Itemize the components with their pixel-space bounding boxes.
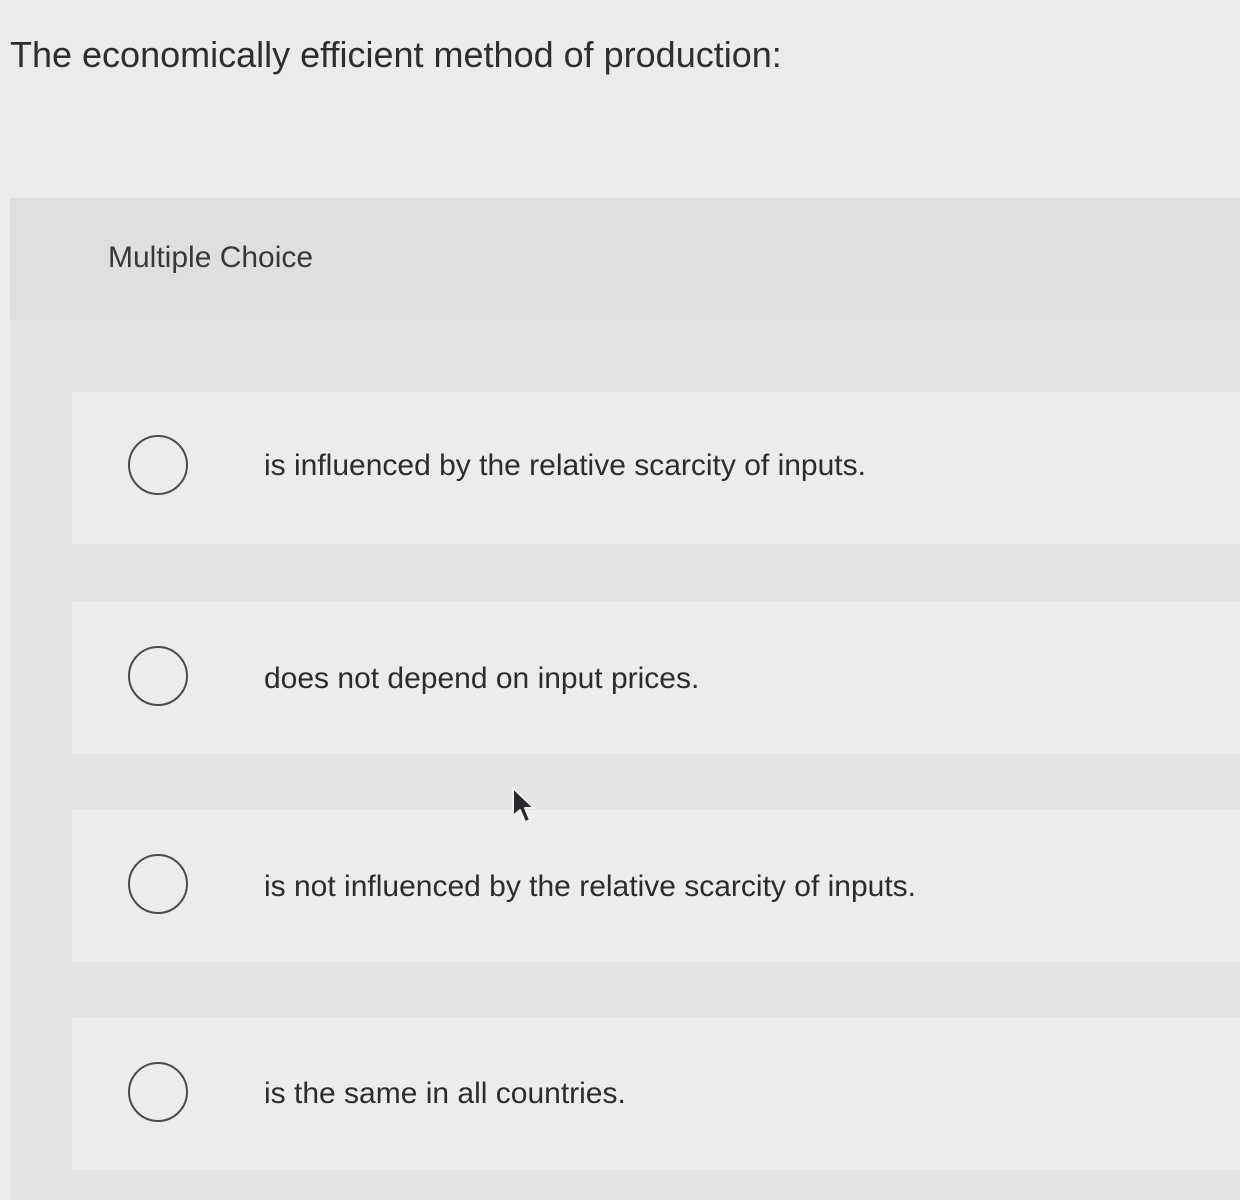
answer-option-text: does not depend on input prices. [264, 662, 700, 695]
multiple-choice-panel: Multiple Choice is influenced by the rel… [10, 198, 1240, 1200]
radio-unselected-icon[interactable] [128, 854, 188, 914]
radio-unselected-icon[interactable] [128, 1062, 188, 1122]
answer-option-text: is not influenced by the relative scarci… [264, 870, 917, 903]
answer-option-1[interactable]: is influenced by the relative scarcity o… [72, 392, 1240, 544]
answer-option-3[interactable]: is not influenced by the relative scarci… [72, 810, 1240, 962]
mouse-pointer-icon [512, 787, 535, 823]
answer-option-text: is the same in all countries. [264, 1077, 626, 1110]
answer-option-4[interactable]: is the same in all countries. [72, 1018, 1240, 1170]
question-type-label: Multiple Choice [108, 241, 314, 274]
radio-unselected-icon[interactable] [128, 435, 188, 495]
radio-unselected-icon[interactable] [128, 646, 188, 706]
answer-option-2[interactable]: does not depend on input prices. [72, 602, 1240, 754]
question-text: The economically efficient method of pro… [10, 34, 782, 75]
panel-header: Multiple Choice [10, 198, 1240, 320]
answer-option-text: is influenced by the relative scarcity o… [264, 449, 866, 482]
